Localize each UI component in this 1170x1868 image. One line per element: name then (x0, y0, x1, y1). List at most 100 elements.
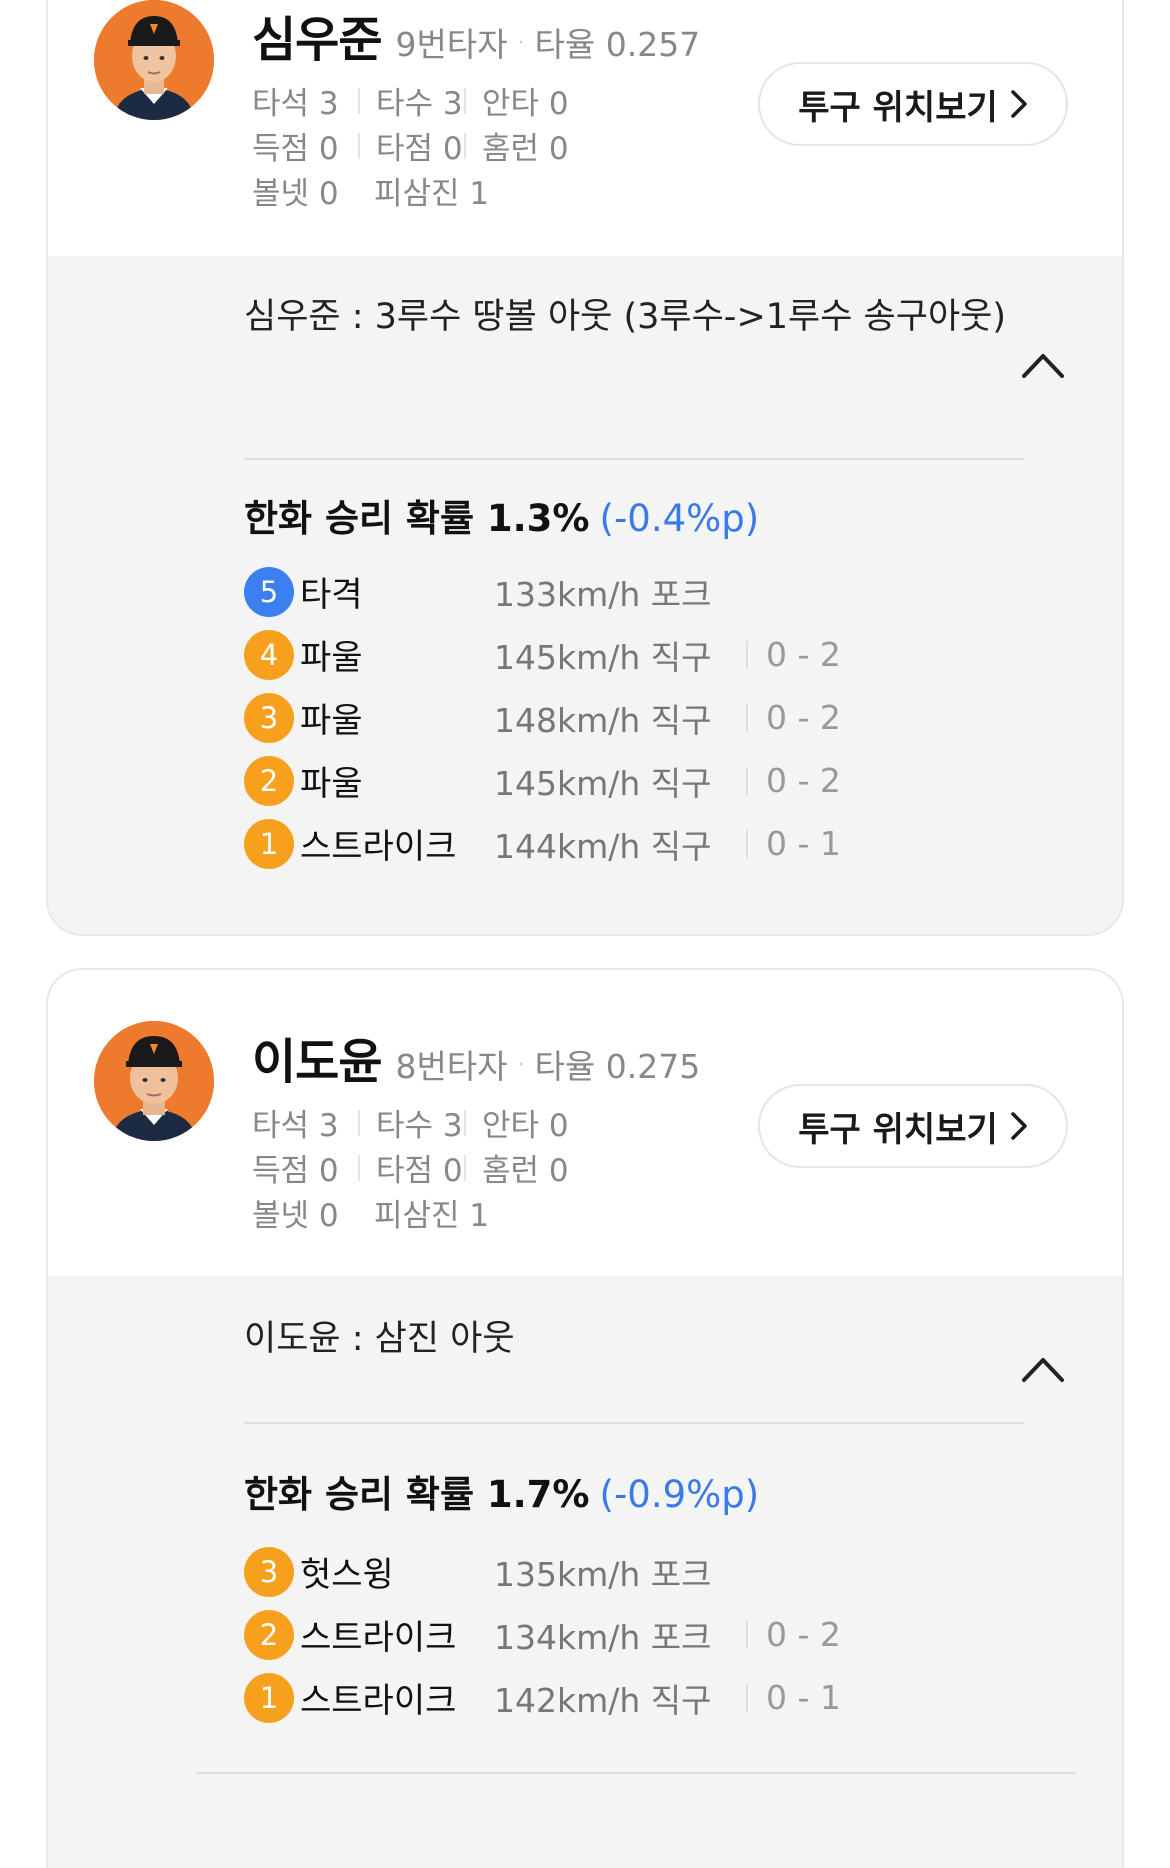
stats-row: 득점 0 타점 0 홈런 0 (252, 1145, 586, 1190)
pitch-count: 0 - 2 (746, 1615, 841, 1654)
pitch-result: 헛스윙 (300, 1555, 394, 1595)
pitch-number-badge: 2 (244, 755, 294, 806)
pitch-location-label: 투구 위치보기 (798, 87, 998, 128)
pitch-row: 4 파울 145km/h 직구 0 - 2 (244, 623, 841, 686)
pitch-number-badge: 1 (244, 1672, 294, 1723)
win-probability-delta: (-0.4%p) (599, 497, 760, 540)
pitch-result: 파울 (300, 638, 363, 678)
stat-strikeouts: 피삼진 1 (374, 176, 490, 212)
pitch-number-badge: 3 (244, 692, 294, 743)
player-avatar (94, 1021, 214, 1141)
pitch-row: 5 타격 133km/h 포크 (244, 560, 841, 623)
pitch-row: 3 헛스윙 135km/h 포크 (244, 1540, 841, 1603)
batter-card: 이도윤 8번타자 · 타율 0.275 타석 3 타수 3 안타 0 득점 0 … (46, 968, 1124, 1868)
batter-name: 심우준 (252, 12, 382, 68)
stat-walks: 볼넷 0 (252, 176, 339, 212)
batting-order: 9번타자 (395, 25, 508, 64)
at-bat-detail: 심우준 : 3루수 땅볼 아웃 (3루수->1루수 송구아웃) 한화 승리 확률… (48, 256, 1122, 934)
divider (244, 458, 1024, 460)
pitch-list: 3 헛스윙 135km/h 포크 2 스트라이크 134km/h 포크 0 - … (244, 1540, 841, 1729)
play-description: 심우준 : 3루수 땅볼 아웃 (3루수->1루수 송구아웃) (244, 297, 1007, 337)
batter-header: 심우준 9번타자 · 타율 0.257 타석 3 타수 3 안타 0 득점 0 … (48, 0, 1122, 258)
pitch-result: 스트라이크 (300, 827, 457, 867)
pitch-speed-type: 142km/h 직구 (494, 1680, 712, 1720)
pitch-list: 5 타격 133km/h 포크 4 파울 145km/h 직구 0 - 2 3 … (244, 560, 841, 875)
batter-header: 이도윤 8번타자 · 타율 0.275 타석 3 타수 3 안타 0 득점 0 … (48, 970, 1122, 1276)
pitch-speed-type: 135km/h 포크 (494, 1554, 712, 1594)
player-avatar (94, 0, 214, 120)
chevron-right-icon (1011, 1112, 1027, 1140)
pitch-speed-type: 144km/h 직구 (494, 826, 712, 866)
stat-rbi: 타점 0 (358, 1145, 464, 1190)
pitch-row: 3 파울 148km/h 직구 0 - 2 (244, 686, 841, 749)
stat-at-bats: 타수 3 (358, 78, 464, 123)
win-probability: 한화 승리 확률 1.3% (-0.4%p) (244, 488, 759, 542)
pitch-count: 0 - 2 (746, 698, 841, 737)
chevron-up-icon[interactable] (1020, 350, 1066, 380)
pitch-number-badge: 5 (244, 566, 294, 617)
stat-home-runs: 홈런 0 (464, 1145, 586, 1190)
pitch-row: 2 파울 145km/h 직구 0 - 2 (244, 749, 841, 812)
batter-stats: 타석 3 타수 3 안타 0 득점 0 타점 0 홈런 0 볼넷 0 피삼진 1 (252, 1100, 586, 1235)
stat-runs: 득점 0 (252, 131, 339, 167)
pitch-number-badge: 4 (244, 629, 294, 680)
batter-name: 이도윤 (252, 1034, 382, 1090)
stat-at-bats: 타수 3 (358, 1100, 464, 1145)
pitch-count: 0 - 2 (746, 761, 841, 800)
stat-walks: 볼넷 0 (252, 1198, 339, 1234)
stat-plate-appearances: 타석 3 (252, 86, 339, 122)
stats-row: 볼넷 0 피삼진 1 (252, 168, 586, 213)
stats-row: 타석 3 타수 3 안타 0 (252, 1100, 586, 1145)
win-probability-delta: (-0.9%p) (599, 1473, 760, 1516)
stat-runs: 득점 0 (252, 1153, 339, 1189)
pitch-location-button[interactable]: 투구 위치보기 (758, 62, 1068, 146)
player-photo-icon (94, 0, 214, 120)
stats-row: 득점 0 타점 0 홈런 0 (252, 123, 586, 168)
play-description: 이도윤 : 삼진 아웃 (244, 1319, 515, 1359)
stats-row: 타석 3 타수 3 안타 0 (252, 78, 586, 123)
pitch-result: 스트라이크 (300, 1618, 457, 1658)
pitch-row: 1 스트라이크 142km/h 직구 0 - 1 (244, 1666, 841, 1729)
stat-home-runs: 홈런 0 (464, 123, 586, 168)
pitch-result: 파울 (300, 701, 363, 741)
stats-row: 볼넷 0 피삼진 1 (252, 1190, 586, 1235)
pitch-number-badge: 2 (244, 1609, 294, 1660)
pitch-speed-type: 145km/h 직구 (494, 763, 712, 803)
stat-hits: 안타 0 (464, 1100, 586, 1145)
stat-plate-appearances: 타석 3 (252, 1108, 339, 1144)
batter-stats: 타석 3 타수 3 안타 0 득점 0 타점 0 홈런 0 볼넷 0 피삼진 1 (252, 78, 586, 213)
separator-dot: · (517, 1053, 525, 1078)
player-photo-icon (94, 1021, 214, 1141)
stat-strikeouts: 피삼진 1 (374, 1198, 490, 1234)
stat-hits: 안타 0 (464, 78, 586, 123)
pitch-row: 1 스트라이크 144km/h 직구 0 - 1 (244, 812, 841, 875)
pitch-number-badge: 3 (244, 1546, 294, 1597)
batter-name-line: 심우준 9번타자 · 타율 0.257 (252, 0, 700, 70)
pitch-count: 0 - 1 (746, 824, 841, 863)
divider (196, 1772, 1076, 1774)
pitch-speed-type: 148km/h 직구 (494, 700, 712, 740)
chevron-up-icon[interactable] (1020, 1354, 1066, 1384)
pitch-speed-type: 133km/h 포크 (494, 574, 712, 614)
batter-name-line: 이도윤 8번타자 · 타율 0.275 (252, 1022, 700, 1092)
win-probability: 한화 승리 확률 1.7% (-0.9%p) (244, 1464, 759, 1518)
at-bat-detail: 이도윤 : 삼진 아웃 한화 승리 확률 1.7% (-0.9%p) 3 헛스윙 … (48, 1276, 1122, 1868)
pitch-row: 2 스트라이크 134km/h 포크 0 - 2 (244, 1603, 841, 1666)
pitch-result: 타격 (300, 575, 363, 615)
pitch-result: 파울 (300, 764, 363, 804)
divider (244, 1422, 1024, 1424)
win-probability-value: 한화 승리 확률 1.3% (244, 497, 590, 540)
pitch-location-label: 투구 위치보기 (798, 1109, 998, 1150)
pitch-count: 0 - 1 (746, 1678, 841, 1717)
batting-average: 타율 0.257 (534, 25, 701, 64)
pitch-location-button[interactable]: 투구 위치보기 (758, 1084, 1068, 1168)
pitch-speed-type: 145km/h 직구 (494, 637, 712, 677)
chevron-right-icon (1011, 90, 1027, 118)
pitch-result: 스트라이크 (300, 1681, 457, 1721)
win-probability-value: 한화 승리 확률 1.7% (244, 1473, 590, 1516)
batter-card: 심우준 9번타자 · 타율 0.257 타석 3 타수 3 안타 0 득점 0 … (46, 0, 1124, 936)
stat-rbi: 타점 0 (358, 123, 464, 168)
pitch-speed-type: 134km/h 포크 (494, 1617, 712, 1657)
pitch-count: 0 - 2 (746, 635, 841, 674)
separator-dot: · (517, 31, 525, 56)
